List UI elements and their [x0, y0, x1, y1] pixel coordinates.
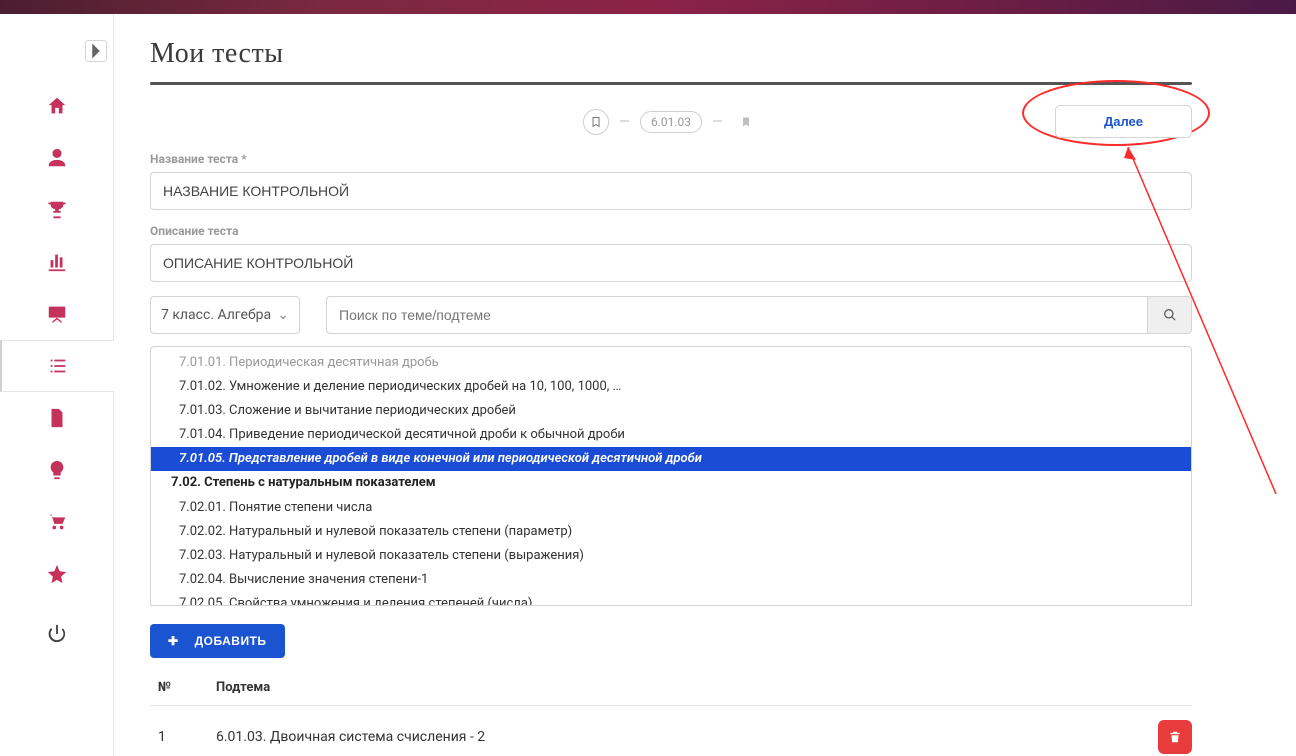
topic-search-input[interactable] — [327, 297, 1147, 333]
tree-item[interactable]: 7.02.05. Свойства умножения и деления ст… — [151, 592, 1191, 606]
test-name-input[interactable] — [150, 172, 1192, 210]
sidebar-item-stats[interactable] — [0, 236, 113, 288]
list-icon — [47, 355, 69, 377]
sidebar-item-user[interactable] — [0, 132, 113, 184]
sidebar-item-cart[interactable] — [0, 496, 113, 548]
tree-branch[interactable]: 7.02. Степень с натуральным показателем — [151, 471, 1191, 496]
page-title: Мои тесты — [150, 38, 1192, 70]
sidebar-item-logout[interactable] — [0, 608, 113, 660]
test-desc-input[interactable] — [150, 244, 1192, 282]
row-subtopic: 6.01.03. Двоичная система счисления - 2 — [216, 729, 1136, 745]
user-icon — [46, 147, 68, 169]
star-icon — [46, 563, 68, 585]
add-button[interactable]: ✚ ДОБАВИТЬ — [150, 624, 285, 658]
home-icon — [46, 95, 68, 117]
plus-icon: ✚ — [168, 634, 179, 648]
tree-item[interactable]: 7.01.03. Сложение и вычитание периодичес… — [151, 399, 1191, 423]
sidebar-item-tests[interactable] — [0, 340, 114, 392]
chevron-down-icon: ⌄ — [277, 307, 289, 323]
breadcrumb: — 6.01.03 — — [583, 109, 759, 135]
document-icon — [46, 407, 68, 429]
bar-chart-icon — [46, 251, 68, 273]
topic-tree[interactable]: 7.01.01. Периодическая десятичная дробь … — [150, 346, 1192, 606]
sidebar — [0, 14, 114, 756]
sidebar-item-favorites[interactable] — [0, 548, 113, 600]
power-icon — [46, 623, 68, 645]
add-button-label: ДОБАВИТЬ — [195, 634, 267, 648]
tree-item[interactable]: 7.01.04. Приведение периодической десяти… — [151, 423, 1191, 447]
tree-item[interactable]: 7.02.01. Понятие степени числа — [151, 496, 1191, 520]
sidebar-item-documents[interactable] — [0, 392, 113, 444]
tree-item-selected[interactable]: 7.01.05. Представление дробей в виде кон… — [151, 447, 1191, 471]
class-select[interactable]: 7 класс. Алгебра ⌄ — [150, 296, 300, 334]
bookmark-solid-icon — [733, 109, 759, 135]
test-desc-label: Описание теста — [150, 224, 1192, 238]
bookmark-outline-icon — [583, 109, 609, 135]
tree-item[interactable]: 7.02.03. Натуральный и нулевой показател… — [151, 544, 1191, 568]
subtopics-table-header: № Подтема — [150, 672, 1192, 706]
class-select-value: 7 класс. Алгебра — [161, 307, 277, 323]
delete-row-button[interactable] — [1158, 720, 1192, 754]
sidebar-item-home[interactable] — [0, 80, 113, 132]
sidebar-item-achievements[interactable] — [0, 184, 113, 236]
col-header-subtopic: Подтема — [216, 680, 270, 695]
col-header-num: № — [158, 680, 194, 695]
test-name-label: Название теста * — [150, 152, 1192, 166]
table-row: 1 6.01.03. Двоичная система счисления - … — [150, 706, 1192, 756]
search-icon — [1163, 308, 1177, 322]
divider — [150, 82, 1192, 85]
trophy-icon — [46, 199, 68, 221]
tree-item[interactable]: 7.01.02. Умножение и деление периодическ… — [151, 375, 1191, 399]
window-titlebar — [0, 0, 1296, 14]
breadcrumb-code: 6.01.03 — [640, 111, 702, 133]
cart-icon — [46, 511, 68, 533]
sidebar-item-board[interactable] — [0, 288, 113, 340]
main: Мои тесты — 6.01.03 — Далее Название тес… — [114, 14, 1296, 756]
sidebar-item-ideas[interactable] — [0, 444, 113, 496]
next-button[interactable]: Далее — [1055, 105, 1192, 138]
presentation-icon — [46, 303, 68, 325]
tree-item[interactable]: 7.02.02. Натуральный и нулевой показател… — [151, 520, 1191, 544]
chevron-right-icon — [86, 41, 106, 61]
lightbulb-icon — [46, 459, 68, 481]
sidebar-expand-button[interactable] — [85, 40, 107, 62]
trash-icon — [1168, 730, 1182, 744]
tree-item[interactable]: 7.02.04. Вычисление значения степени-1 — [151, 568, 1191, 592]
tree-item-cutoff: 7.01.01. Периодическая десятичная дробь — [151, 351, 1191, 375]
search-button[interactable] — [1147, 297, 1191, 333]
row-num: 1 — [158, 729, 194, 745]
